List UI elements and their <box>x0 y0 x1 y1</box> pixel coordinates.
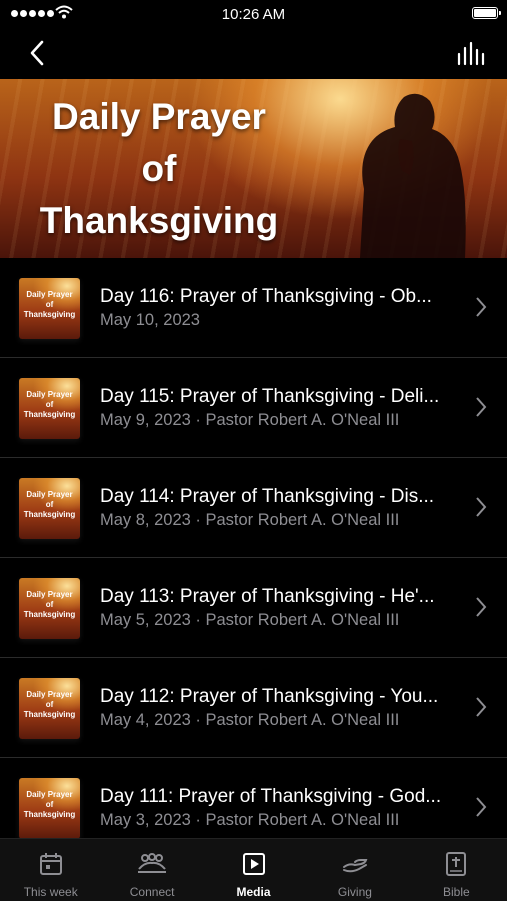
back-button[interactable] <box>22 36 58 70</box>
tab-label: Bible <box>442 885 470 899</box>
audio-bars-icon[interactable] <box>455 40 489 68</box>
battery-icon <box>472 7 501 19</box>
item-title: Day 113: Prayer of Thanksgiving - He'... <box>100 586 435 607</box>
item-subtitle: May 10, 2023 <box>100 311 200 329</box>
banner-title: Daily Prayer of Thanksgiving <box>39 96 279 241</box>
tab-this-week[interactable]: This week <box>0 839 101 901</box>
praying-man-silhouette <box>360 93 466 258</box>
chevron-right-icon <box>476 397 487 417</box>
tab-bible[interactable]: Bible <box>406 839 507 901</box>
nav-bar <box>0 28 507 78</box>
tab-label: Giving <box>337 885 372 899</box>
giving-hand-icon <box>342 859 368 873</box>
episode-thumbnail: Daily Prayer of Thanksgiving <box>19 478 80 539</box>
item-subtitle: May 9, 2023 · Pastor Robert A. O'Neal II… <box>100 411 400 429</box>
tab-label: This week <box>23 885 78 899</box>
episode-thumbnail: Daily Prayer of Thanksgiving <box>19 678 80 739</box>
group-icon <box>138 853 167 873</box>
list-item[interactable]: Daily Prayer of Thanksgiving Day 116: Pray… <box>0 258 507 358</box>
list-item[interactable]: Daily Prayer of Thanksgiving Day 112: Pray… <box>0 658 507 758</box>
episode-thumbnail: Daily Prayer of Thanksgiving <box>19 578 80 639</box>
list-item[interactable]: Daily Prayer of Thanksgiving Day 113: Pray… <box>0 558 507 658</box>
series-banner: Daily Prayer of Thanksgiving <box>0 79 507 258</box>
play-icon <box>242 853 265 875</box>
item-title: Day 111: Prayer of Thanksgiving - God... <box>100 786 442 807</box>
chevron-right-icon <box>476 297 487 317</box>
episode-thumbnail: Daily Prayer of Thanksgiving <box>19 278 80 339</box>
tab-giving[interactable]: Giving <box>304 839 405 901</box>
episode-thumbnail: Daily Prayer of Thanksgiving <box>19 778 80 839</box>
media-list: Daily Prayer of Thanksgiving Day 116: Pray… <box>0 258 507 858</box>
tab-media[interactable]: Media <box>203 839 304 901</box>
item-title: Day 116: Prayer of Thanksgiving - Ob... <box>100 286 432 307</box>
tab-bar: This week Connect Media Giving Bible <box>0 838 507 901</box>
item-subtitle: May 3, 2023 · Pastor Robert A. O'Neal II… <box>100 811 400 829</box>
item-title: Day 112: Prayer of Thanksgiving - You... <box>100 686 439 707</box>
bible-icon <box>446 852 467 876</box>
tab-label: Media <box>236 885 271 899</box>
item-title: Day 115: Prayer of Thanksgiving - Deli..… <box>100 386 440 407</box>
episode-thumbnail: Daily Prayer of Thanksgiving <box>19 378 80 439</box>
status-bar: 10:26 AM <box>0 0 507 28</box>
tab-label: Connect <box>129 885 175 899</box>
item-subtitle: May 8, 2023 · Pastor Robert A. O'Neal II… <box>100 511 400 529</box>
chevron-right-icon <box>476 597 487 617</box>
chevron-right-icon <box>476 797 487 817</box>
chevron-right-icon <box>476 497 487 517</box>
item-subtitle: May 4, 2023 · Pastor Robert A. O'Neal II… <box>100 711 400 729</box>
tab-connect[interactable]: Connect <box>101 839 202 901</box>
list-item[interactable]: Daily Prayer of Thanksgiving Day 114: Pray… <box>0 458 507 558</box>
chevron-right-icon <box>476 697 487 717</box>
item-title: Day 114: Prayer of Thanksgiving - Dis... <box>100 486 435 507</box>
status-time: 10:26 AM <box>221 6 286 23</box>
list-item[interactable]: Daily Prayer of Thanksgiving Day 115: Pray… <box>0 358 507 458</box>
item-subtitle: May 5, 2023 · Pastor Robert A. O'Neal II… <box>100 611 400 629</box>
calendar-icon <box>39 853 62 875</box>
